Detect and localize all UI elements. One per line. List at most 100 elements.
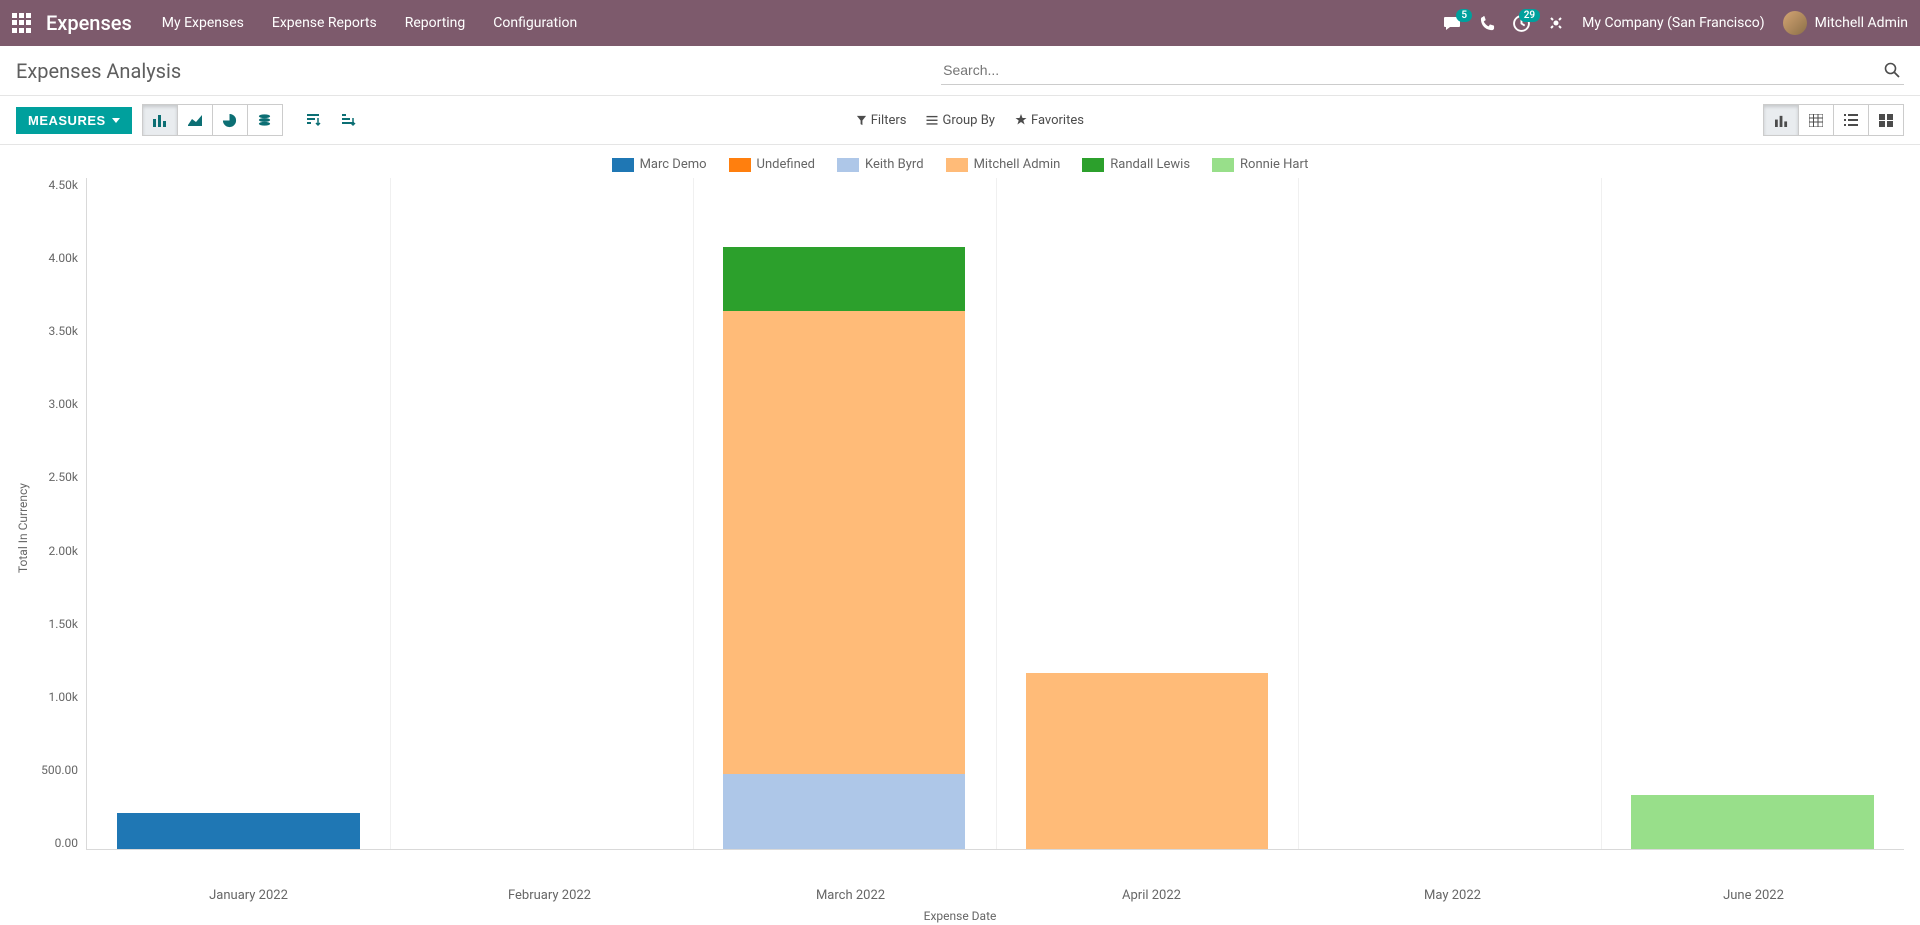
search-wrap [941, 56, 1904, 85]
bar-slot [390, 178, 693, 849]
legend-item[interactable]: Mitchell Admin [946, 157, 1061, 172]
chart-legend: Marc Demo Undefined Keith Byrd Mitchell Adm… [16, 153, 1904, 178]
chart-plot: Total In Currency 4.50k4.00k3.50k3.00k2.… [16, 178, 1904, 878]
app-brand[interactable]: Expenses [46, 11, 132, 35]
activity-badge: 29 [1519, 9, 1540, 22]
bar-segment[interactable] [1026, 673, 1268, 849]
measures-label: MEASURES [28, 113, 106, 128]
y-tick: 2.00k [49, 544, 78, 558]
search-icon[interactable] [1880, 58, 1904, 82]
chart-grid [86, 178, 1904, 850]
company-selector[interactable]: My Company (San Francisco) [1582, 15, 1764, 31]
legend-swatch [837, 158, 859, 172]
nav-link-my-expenses[interactable]: My Expenses [162, 15, 244, 31]
line-chart-button[interactable] [177, 104, 213, 136]
y-tick: 1.50k [49, 617, 78, 631]
messages-icon[interactable]: 5 [1444, 15, 1462, 31]
bar-chart-button[interactable] [142, 104, 178, 136]
funnel-icon [856, 115, 867, 126]
y-axis-ticks: 4.50k4.00k3.50k3.00k2.50k2.00k1.50k1.00k… [36, 178, 86, 850]
legend-label: Ronnie Hart [1240, 157, 1308, 172]
x-axis-label: Expense Date [16, 909, 1904, 923]
y-tick: 500.00 [41, 763, 78, 777]
legend-label: Keith Byrd [865, 157, 924, 172]
legend-swatch [946, 158, 968, 172]
x-tick: March 2022 [700, 878, 1001, 903]
bar-slot [693, 178, 996, 849]
nav-link-expense-reports[interactable]: Expense Reports [272, 15, 377, 31]
legend-swatch [612, 158, 634, 172]
legend-item[interactable]: Ronnie Hart [1212, 157, 1308, 172]
bar-slot [87, 178, 390, 849]
legend-label: Marc Demo [640, 157, 707, 172]
user-menu[interactable]: Mitchell Admin [1783, 11, 1908, 35]
groupby-label: Group By [942, 113, 995, 128]
legend-item[interactable]: Marc Demo [612, 157, 707, 172]
nav-link-reporting[interactable]: Reporting [405, 15, 466, 31]
header-row: Expenses Analysis [0, 46, 1920, 96]
bar-slot [995, 178, 1298, 849]
x-tick: January 2022 [98, 878, 399, 903]
star-icon [1015, 114, 1027, 126]
caret-down-icon [112, 118, 120, 123]
search-input[interactable] [941, 56, 1880, 84]
legend-item[interactable]: Randall Lewis [1082, 157, 1190, 172]
pie-chart-button[interactable] [212, 104, 248, 136]
bar-stack[interactable] [723, 247, 965, 849]
apps-icon[interactable] [12, 13, 32, 33]
filters-button[interactable]: Filters [856, 113, 907, 128]
controls-row: MEASURES Filters Group By [0, 96, 1920, 145]
bar-slot [1298, 178, 1601, 849]
debug-icon[interactable] [1548, 15, 1564, 31]
view-pivot-button[interactable] [1798, 104, 1834, 136]
messages-badge: 5 [1456, 9, 1472, 22]
bar-stack[interactable] [1026, 673, 1268, 849]
bar-stack[interactable] [1631, 795, 1873, 849]
phone-icon[interactable] [1480, 16, 1495, 31]
bar-segment[interactable] [1631, 795, 1873, 849]
legend-label: Randall Lewis [1110, 157, 1190, 172]
nav-link-configuration[interactable]: Configuration [493, 15, 577, 31]
bar-stack[interactable] [117, 813, 359, 849]
y-tick: 0.00 [55, 836, 78, 850]
nav-links: My Expenses Expense Reports Reporting Co… [162, 15, 577, 31]
bar-segment[interactable] [117, 813, 359, 849]
list-icon [926, 115, 938, 126]
x-tick: June 2022 [1603, 878, 1904, 903]
view-list-button[interactable] [1833, 104, 1869, 136]
legend-swatch [1212, 158, 1234, 172]
x-tick: February 2022 [399, 878, 700, 903]
sort-group [295, 104, 366, 136]
y-tick: 2.50k [49, 470, 78, 484]
search-panel-controls: Filters Group By Favorites [856, 113, 1084, 128]
activity-icon[interactable]: 29 [1513, 15, 1530, 32]
legend-label: Mitchell Admin [974, 157, 1061, 172]
filters-label: Filters [871, 113, 907, 128]
nav-right: 5 29 My Company (San Francisco) Mitchell… [1444, 11, 1908, 35]
chart-area: Marc Demo Undefined Keith Byrd Mitchell Adm… [0, 145, 1920, 925]
y-tick: 3.50k [49, 324, 78, 338]
groupby-button[interactable]: Group By [926, 113, 995, 128]
bar-segment[interactable] [723, 311, 965, 774]
legend-label: Undefined [757, 157, 815, 172]
x-tick: April 2022 [1001, 878, 1302, 903]
y-tick: 3.00k [49, 397, 78, 411]
view-switcher [1763, 104, 1904, 136]
legend-swatch [729, 158, 751, 172]
sort-asc-button[interactable] [330, 104, 366, 136]
view-kanban-button[interactable] [1868, 104, 1904, 136]
legend-item[interactable]: Keith Byrd [837, 157, 924, 172]
bar-segment[interactable] [723, 774, 965, 849]
sort-desc-button[interactable] [295, 104, 331, 136]
bar-slot [1601, 178, 1904, 849]
bar-segment[interactable] [723, 247, 965, 311]
chart-type-group [142, 104, 283, 136]
avatar [1783, 11, 1807, 35]
stacked-button[interactable] [247, 104, 283, 136]
legend-item[interactable]: Undefined [729, 157, 815, 172]
view-graph-button[interactable] [1763, 104, 1799, 136]
favorites-button[interactable]: Favorites [1015, 113, 1084, 128]
measures-button[interactable]: MEASURES [16, 107, 132, 134]
y-tick: 1.00k [49, 690, 78, 704]
y-tick: 4.50k [49, 178, 78, 192]
